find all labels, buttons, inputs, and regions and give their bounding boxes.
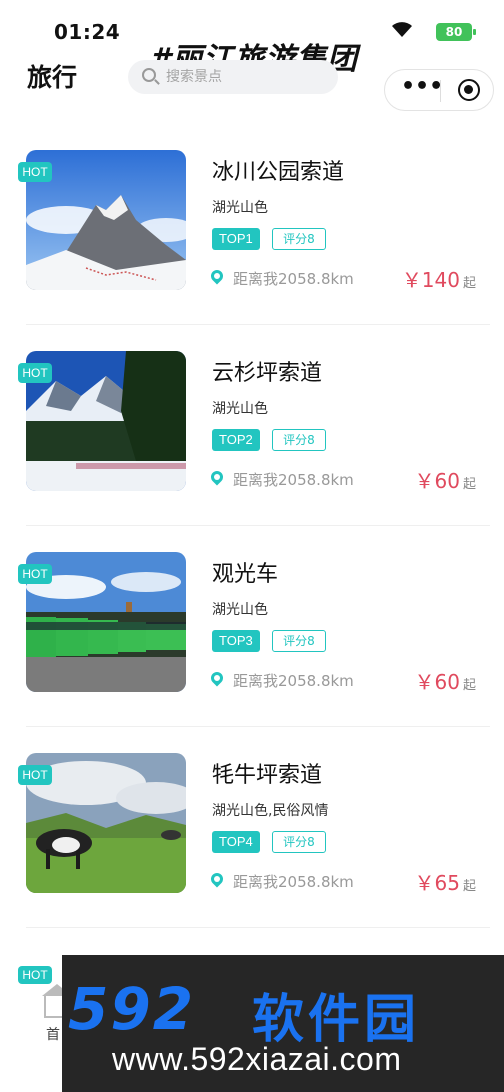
price-suffix: 起 bbox=[463, 879, 477, 894]
score-badge: 评分8 bbox=[272, 831, 326, 853]
hot-badge: HOT bbox=[18, 564, 52, 584]
page-title: 旅行 bbox=[27, 63, 78, 92]
divider bbox=[26, 324, 490, 325]
list-item[interactable]: HOT 牦牛坪索道 湖光山色,民俗风情 TOP4 评分8 距离我2058.8km… bbox=[0, 751, 504, 952]
divider bbox=[26, 525, 490, 526]
item-tags: 湖光山色 bbox=[212, 602, 268, 618]
divider bbox=[26, 927, 490, 928]
item-title: 冰川公园索道 bbox=[212, 160, 345, 185]
search-icon bbox=[142, 68, 156, 82]
battery-icon: 80 bbox=[436, 23, 476, 41]
item-tags: 湖光山色 bbox=[212, 401, 268, 417]
score-badge: 评分8 bbox=[272, 630, 326, 652]
divider bbox=[26, 726, 490, 727]
wifi-icon bbox=[392, 22, 412, 37]
tab-home[interactable]: 首 bbox=[46, 1024, 60, 1044]
hot-badge: HOT bbox=[18, 363, 52, 383]
score-badge: 评分8 bbox=[272, 228, 326, 250]
hot-badge: HOT bbox=[18, 966, 52, 984]
item-title: 云杉坪索道 bbox=[212, 361, 323, 386]
list-item[interactable]: HOT 冰川公园索道 湖光山色 TOP1 评分8 距离我2058.8km ￥14… bbox=[0, 148, 504, 349]
app-header: 旅行 ••• bbox=[0, 56, 504, 111]
rank-badge: TOP3 bbox=[212, 630, 260, 652]
search-input[interactable] bbox=[166, 66, 326, 88]
more-menu-icon[interactable]: ••• bbox=[401, 76, 443, 100]
item-distance: 距离我2058.8km bbox=[233, 270, 354, 288]
banner-logo-digits: 592 bbox=[68, 975, 196, 1043]
rank-badge: TOP1 bbox=[212, 228, 260, 250]
close-miniprogram-icon[interactable] bbox=[458, 79, 480, 101]
rank-badge: TOP4 bbox=[212, 831, 260, 853]
price-suffix: 起 bbox=[463, 276, 477, 291]
list-item[interactable]: HOT 观光车 湖光山色 TOP3 评分8 距离我2058.8km ￥60 起 bbox=[0, 550, 504, 751]
item-title: 牦牛坪索道 bbox=[212, 763, 323, 788]
score-badge: 评分8 bbox=[272, 429, 326, 451]
item-title: 观光车 bbox=[212, 562, 279, 587]
capsule-divider bbox=[440, 80, 441, 102]
status-time: 01:24 bbox=[54, 20, 121, 44]
item-price: ￥60 bbox=[414, 670, 460, 694]
item-distance: 距离我2058.8km bbox=[233, 873, 354, 891]
item-tags: 湖光山色 bbox=[212, 200, 268, 216]
item-price: ￥140 bbox=[401, 268, 460, 292]
attraction-list: HOT 冰川公园索道 湖光山色 TOP1 评分8 距离我2058.8km ￥14… bbox=[0, 148, 504, 952]
location-pin-icon bbox=[208, 870, 226, 888]
location-pin-icon bbox=[208, 669, 226, 687]
item-tags: 湖光山色,民俗风情 bbox=[212, 803, 329, 819]
item-distance: 距离我2058.8km bbox=[233, 471, 354, 489]
rank-badge: TOP2 bbox=[212, 429, 260, 451]
miniprogram-capsule: ••• bbox=[384, 69, 494, 111]
price-suffix: 起 bbox=[463, 477, 477, 492]
location-pin-icon bbox=[208, 267, 226, 285]
banner-url: www.592xiazai.com bbox=[112, 1041, 402, 1077]
hot-badge: HOT bbox=[18, 765, 52, 785]
price-suffix: 起 bbox=[463, 678, 477, 693]
watermark-banner: 592 软件园 www.592xiazai.com bbox=[62, 955, 504, 1092]
hot-badge: HOT bbox=[18, 162, 52, 182]
list-item[interactable]: HOT 云杉坪索道 湖光山色 TOP2 评分8 距离我2058.8km ￥60 … bbox=[0, 349, 504, 550]
item-distance: 距离我2058.8km bbox=[233, 672, 354, 690]
item-price: ￥60 bbox=[414, 469, 460, 493]
search-bar[interactable] bbox=[128, 60, 338, 94]
location-pin-icon bbox=[208, 468, 226, 486]
item-price: ￥65 bbox=[414, 871, 460, 895]
